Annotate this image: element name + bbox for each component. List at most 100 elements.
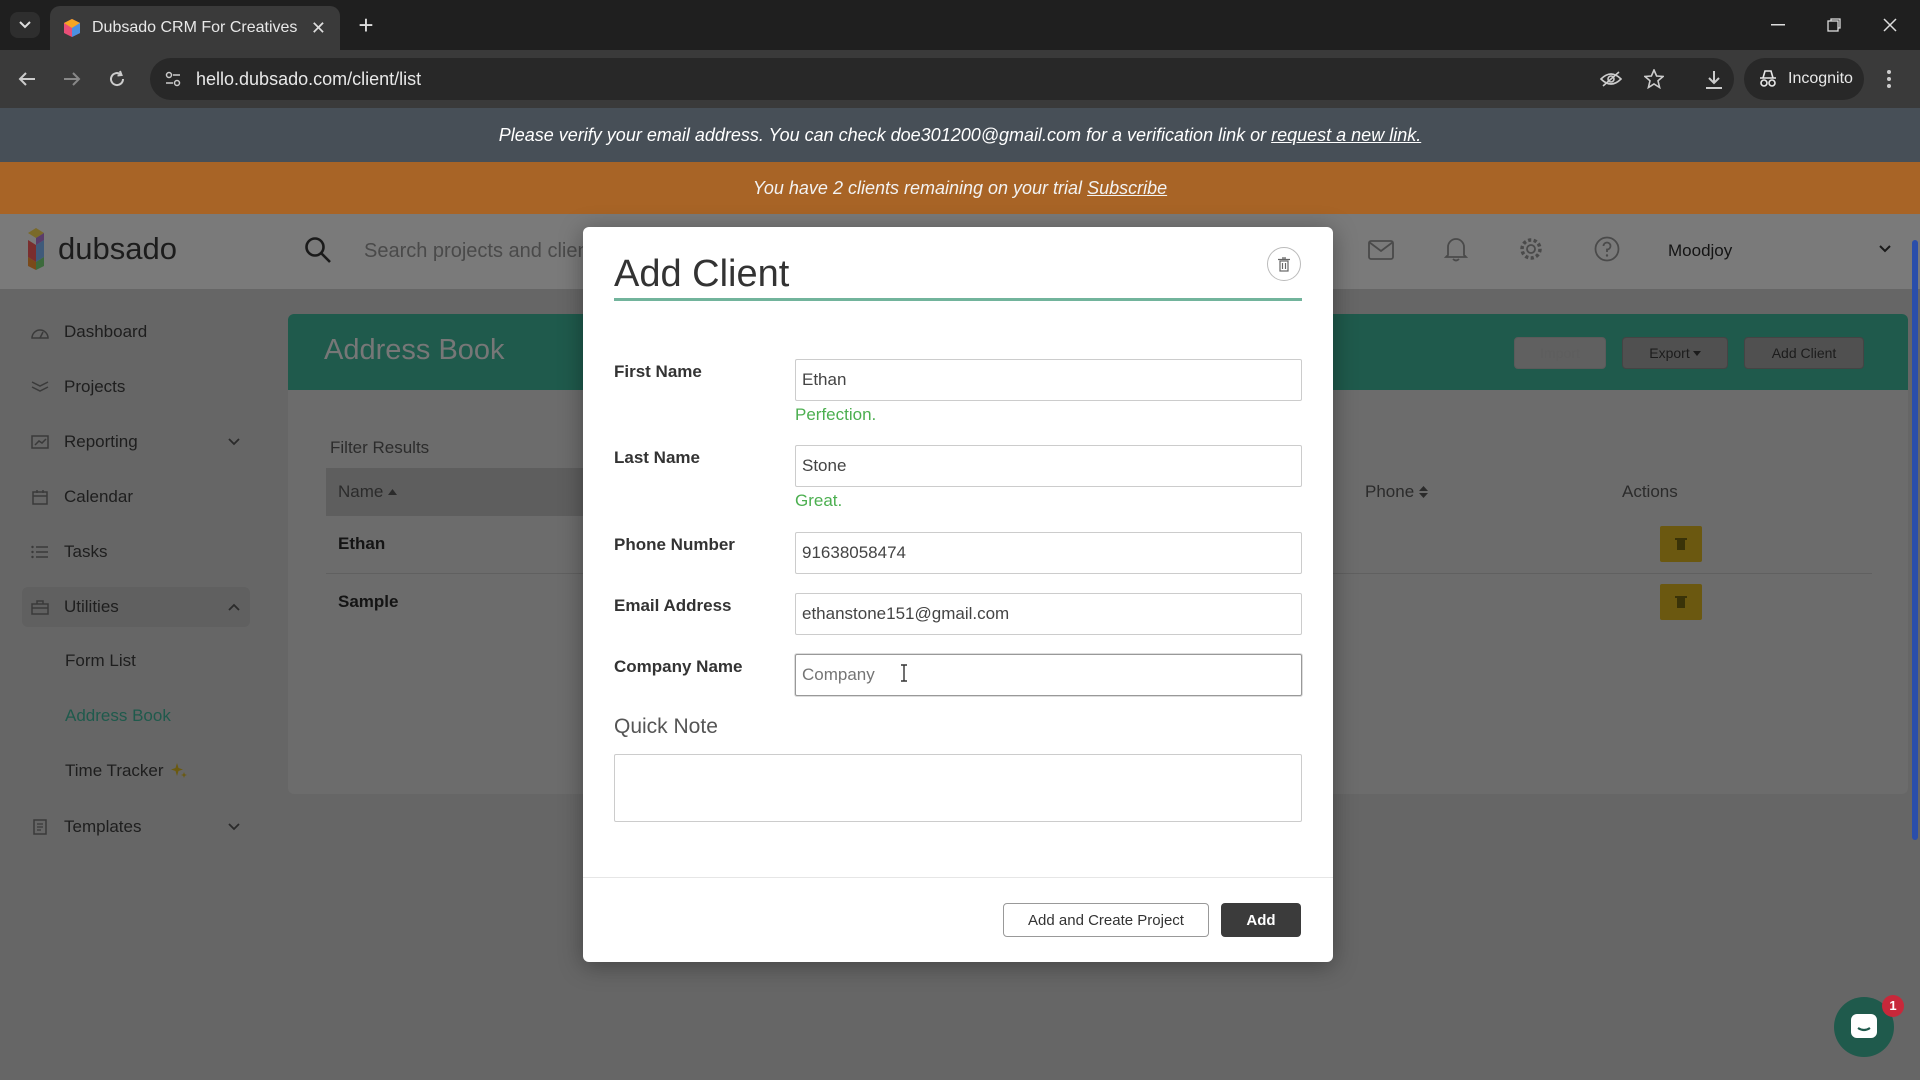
phone-number-input[interactable]	[795, 532, 1302, 574]
export-button[interactable]: Export	[1622, 337, 1728, 369]
dubsado-logo-mark-icon	[28, 228, 44, 270]
chevron-down-icon	[228, 823, 240, 831]
chat-notification-badge: 1	[1882, 995, 1904, 1017]
chevron-down-icon	[228, 438, 240, 446]
dashboard-icon	[31, 329, 49, 339]
phone-column-label: Phone	[1365, 482, 1415, 501]
import-button[interactable]: Import	[1514, 337, 1606, 369]
sidebar-item-dashboard[interactable]: Dashboard	[30, 312, 250, 352]
sidebar-subitem-address-book[interactable]: Address Book	[65, 706, 171, 726]
client-name[interactable]: Ethan	[338, 534, 385, 554]
page-scrollbar[interactable]	[1912, 240, 1918, 840]
sidebar-subitem-time-tracker[interactable]: Time Tracker	[65, 761, 188, 781]
last-name-input[interactable]	[795, 445, 1302, 487]
close-icon	[1883, 18, 1897, 32]
add-client-button[interactable]: Add Client	[1744, 337, 1864, 369]
quick-note-label: Quick Note	[614, 715, 718, 738]
sidebar: Dashboard Projects Reporting Calendar Ta…	[0, 289, 270, 1080]
first-name-input[interactable]	[795, 359, 1302, 401]
delete-client-button[interactable]	[1660, 526, 1702, 562]
back-button[interactable]	[10, 62, 44, 96]
discard-button[interactable]	[1267, 247, 1301, 281]
templates-icon	[33, 819, 47, 835]
sidebar-item-tasks[interactable]: Tasks	[30, 532, 250, 572]
sidebar-subitem-form-list[interactable]: Form List	[65, 651, 136, 671]
delete-client-button[interactable]	[1660, 584, 1702, 620]
actions-column-header: Actions	[1622, 482, 1678, 501]
sidebar-item-label: Projects	[64, 377, 126, 396]
trial-text: You have 2 clients remaining on your tri…	[752, 178, 1083, 198]
sidebar-item-label: Templates	[64, 817, 142, 836]
forward-button[interactable]	[55, 62, 89, 96]
add-and-create-project-button[interactable]: Add and Create Project	[1003, 903, 1209, 937]
search-icon[interactable]	[304, 236, 332, 264]
new-tab-button[interactable]: +	[352, 12, 380, 40]
request-new-link[interactable]: request a new link.	[1271, 125, 1421, 145]
add-client-modal: Add Client First Name Perfection. Last N…	[583, 227, 1333, 962]
sidebar-item-templates[interactable]: Templates	[30, 807, 250, 847]
company-name-label: Company Name	[614, 657, 743, 676]
browser-toolbar: hello.dubsado.com/client/list Incognito	[0, 50, 1920, 108]
sidebar-subitem-label: Time Tracker	[65, 761, 164, 780]
url-text: hello.dubsado.com/client/list	[196, 69, 422, 89]
phone-column-header[interactable]: Phone	[1365, 482, 1429, 502]
sort-ascending-icon	[388, 489, 398, 495]
trash-icon	[1278, 256, 1290, 272]
browser-tab[interactable]: Dubsado CRM For Creatives ✕	[50, 6, 340, 50]
reporting-icon	[31, 435, 49, 449]
download-icon[interactable]	[1704, 70, 1724, 90]
first-name-hint: Perfection.	[795, 405, 877, 424]
verify-email-text: Please verify your email address. You ca…	[498, 125, 1267, 145]
email-address-input[interactable]	[795, 593, 1302, 635]
tracking-protection-icon[interactable]	[1600, 70, 1622, 88]
add-button[interactable]: Add	[1221, 903, 1301, 937]
client-name[interactable]: Sample	[338, 592, 398, 612]
back-arrow-icon	[18, 72, 35, 86]
chevron-up-icon	[228, 603, 240, 611]
minimize-icon	[1771, 24, 1785, 26]
company-name-input[interactable]	[795, 654, 1302, 696]
incognito-label: Incognito	[1788, 70, 1853, 87]
projects-icon	[31, 381, 49, 392]
first-name-label: First Name	[614, 362, 702, 381]
tab-search-button[interactable]	[10, 12, 40, 38]
trial-banner: You have 2 clients remaining on your tri…	[0, 162, 1920, 214]
sidebar-item-utilities[interactable]: Utilities	[22, 587, 250, 627]
search-input[interactable]: Search projects and clients	[364, 240, 584, 263]
page-title: Address Book	[324, 334, 505, 366]
trash-icon	[1675, 596, 1687, 608]
sidebar-item-label: Utilities	[64, 597, 119, 616]
user-name[interactable]: Moodjoy	[1668, 241, 1732, 261]
browser-menu-icon[interactable]	[1886, 69, 1892, 89]
minimize-button[interactable]	[1758, 10, 1798, 40]
notifications-bell-icon[interactable]	[1444, 236, 1468, 262]
caret-down-icon	[1692, 350, 1701, 356]
sidebar-item-label: Reporting	[64, 432, 138, 451]
dubsado-logo[interactable]: dubsado	[22, 228, 177, 270]
tasks-icon	[31, 545, 48, 559]
sort-icon	[1419, 486, 1429, 498]
name-column-header[interactable]: Name	[338, 482, 398, 502]
site-info-icon[interactable]	[164, 70, 182, 88]
close-window-button[interactable]	[1870, 10, 1910, 40]
settings-gear-icon[interactable]	[1518, 236, 1544, 262]
incognito-icon	[1760, 70, 1776, 87]
close-tab-icon[interactable]: ✕	[311, 18, 326, 39]
address-bar[interactable]: hello.dubsado.com/client/list	[150, 58, 1734, 100]
restore-button[interactable]	[1814, 10, 1854, 40]
browser-tab-bar: Dubsado CRM For Creatives ✕ +	[0, 0, 1920, 50]
sidebar-item-reporting[interactable]: Reporting	[30, 422, 250, 462]
user-menu-chevron-icon[interactable]	[1878, 244, 1892, 254]
reload-button[interactable]	[100, 62, 134, 96]
chat-icon	[1851, 1014, 1877, 1038]
mail-icon[interactable]	[1368, 240, 1394, 260]
sidebar-item-calendar[interactable]: Calendar	[30, 477, 250, 517]
sidebar-item-label: Tasks	[64, 542, 108, 561]
help-icon[interactable]	[1594, 236, 1620, 262]
incognito-profile-button[interactable]: Incognito	[1744, 58, 1864, 100]
sidebar-item-projects[interactable]: Projects	[30, 367, 250, 407]
calendar-icon	[32, 490, 48, 505]
subscribe-link[interactable]: Subscribe	[1087, 178, 1167, 198]
quick-note-textarea[interactable]	[614, 754, 1302, 822]
bookmark-star-icon[interactable]	[1644, 69, 1664, 89]
